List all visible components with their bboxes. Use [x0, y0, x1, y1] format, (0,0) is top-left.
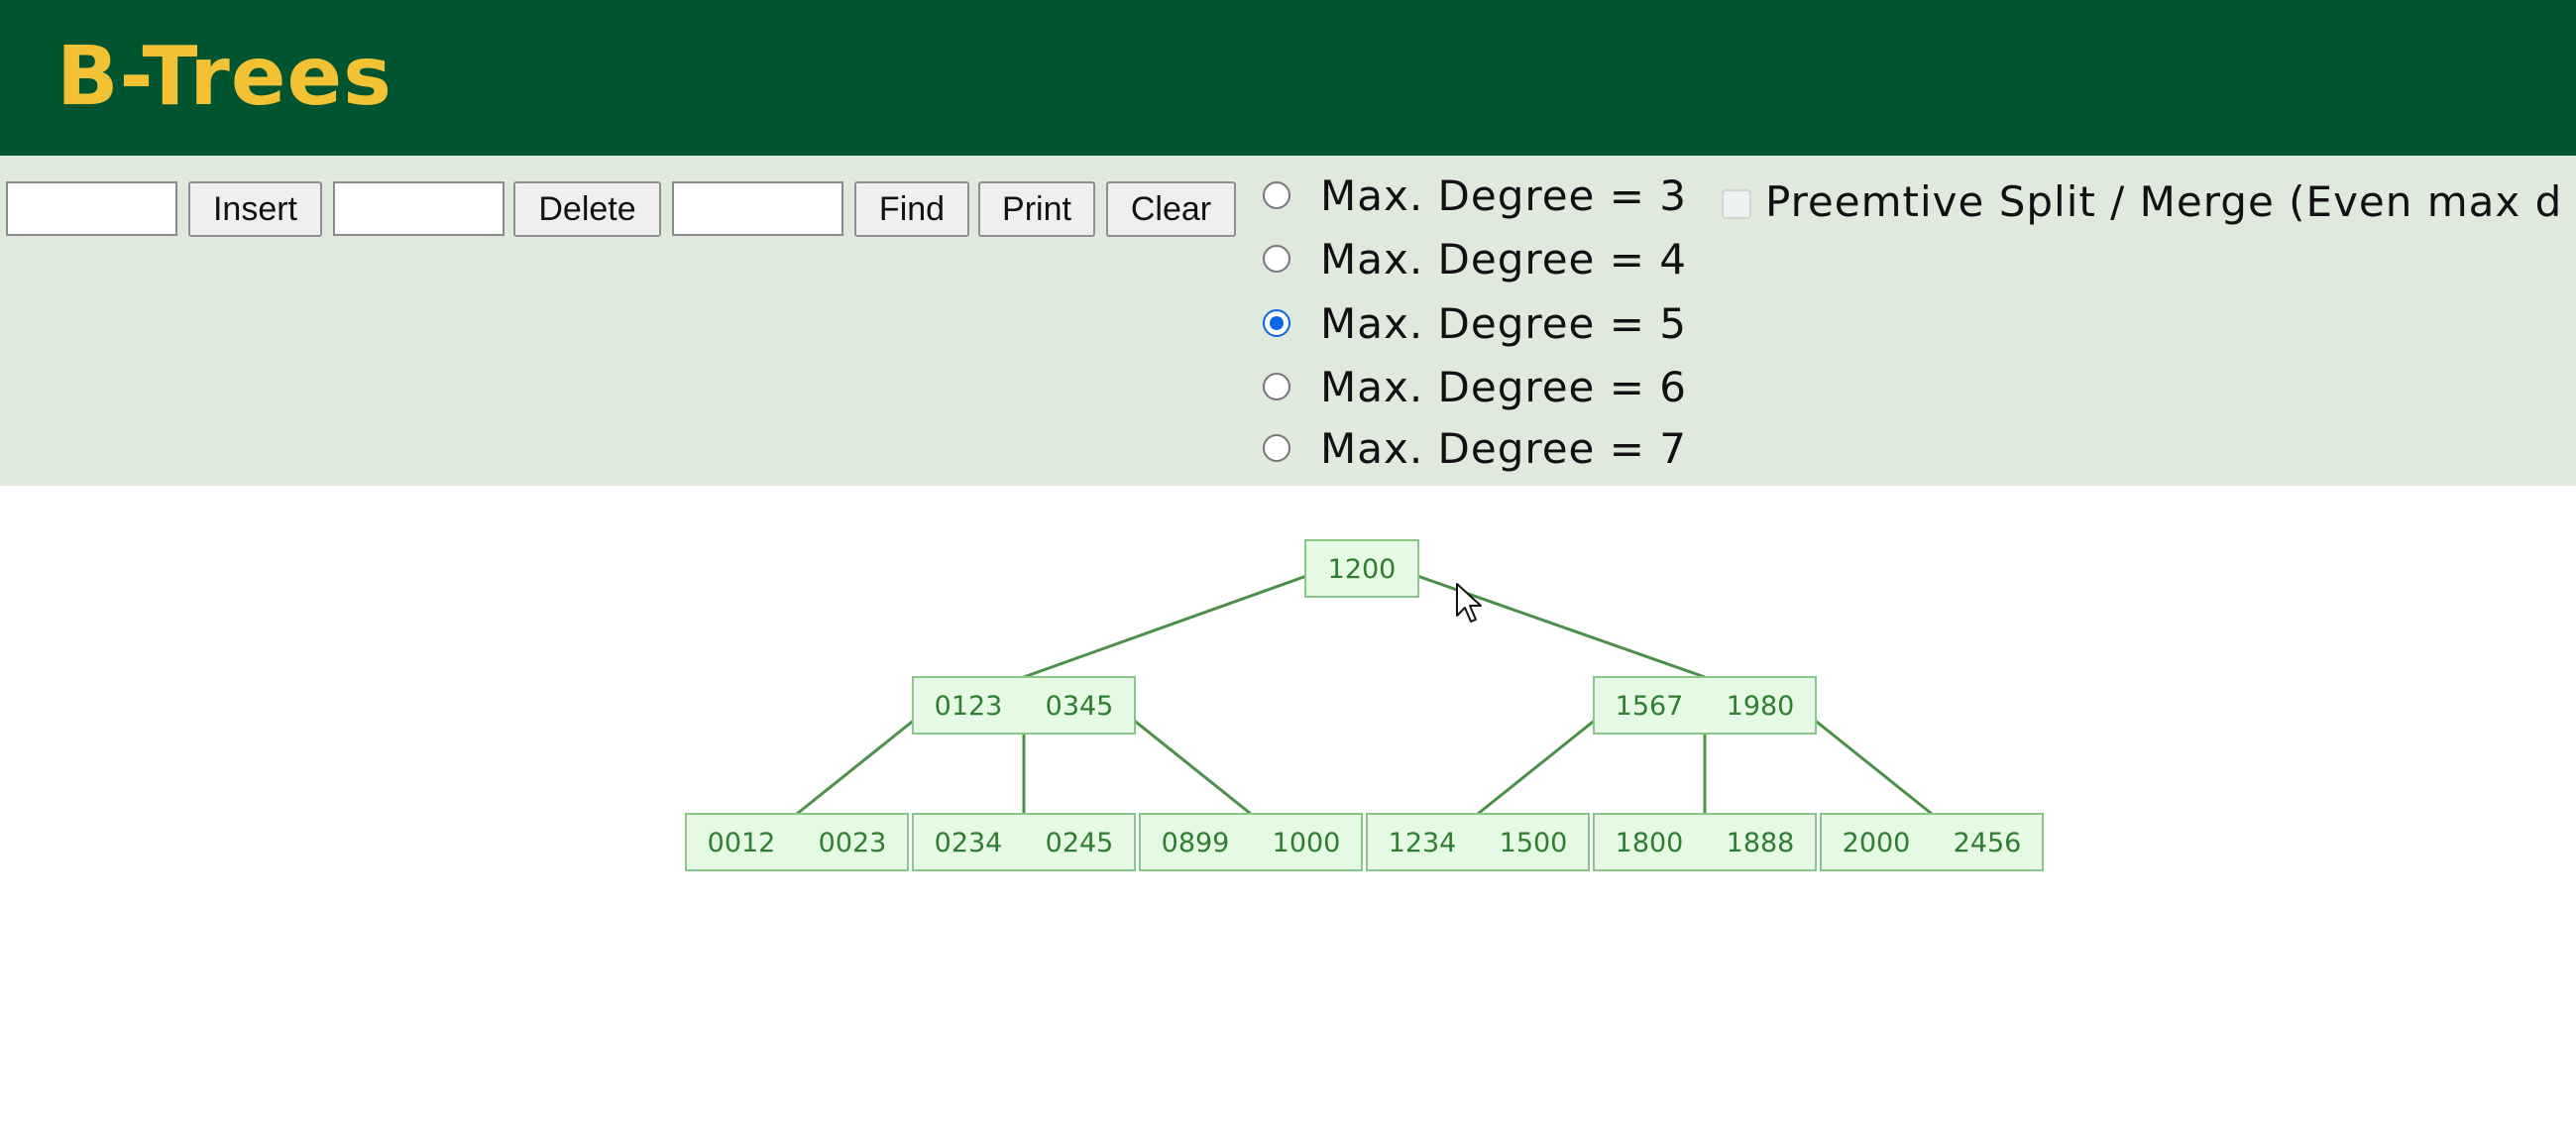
degree-label-7: Max. Degree = 7 [1320, 423, 1688, 473]
degree-option-7[interactable]: Max. Degree = 7 [1263, 418, 1687, 478]
tree-node-key: 2456 [1954, 828, 2022, 858]
btree-canvas: 1200 0123 0345 1567 1980 0012 0023 0234 0245 0899… [685, 539, 2044, 871]
tree-node: 0899 1000 [1139, 813, 1363, 871]
degree-option-4[interactable]: Max. Degree = 4 [1263, 229, 1687, 288]
tree-node: 1200 [1304, 539, 1419, 598]
tree-node: 0012 0023 [685, 813, 909, 871]
tree-edge [1400, 568, 1706, 679]
degree-option-6[interactable]: Max. Degree = 6 [1263, 357, 1687, 416]
tree-edge [796, 705, 932, 816]
find-input[interactable] [672, 181, 843, 236]
tree-node: 1234 1500 [1366, 813, 1590, 871]
tree-node: 0123 0345 [912, 676, 1136, 735]
tree-node-key: 1500 [1500, 828, 1568, 858]
tree-node-key: 0123 [935, 691, 1003, 722]
degree-radio-5[interactable] [1263, 309, 1290, 337]
tree-node-key: 0245 [1046, 828, 1114, 858]
tree-node-key: 1980 [1727, 691, 1795, 722]
tree-edge [1023, 568, 1324, 679]
degree-option-5[interactable]: Max. Degree = 5 [1263, 293, 1687, 353]
tree-edge [1477, 705, 1613, 816]
degree-label-4: Max. Degree = 4 [1320, 234, 1688, 284]
find-button[interactable]: Find [854, 181, 969, 237]
tree-node-key: 0234 [935, 828, 1003, 858]
tree-node-key: 0023 [819, 828, 887, 858]
degree-label-3: Max. Degree = 3 [1320, 171, 1688, 220]
clear-button[interactable]: Clear [1106, 181, 1236, 237]
degree-option-3[interactable]: Max. Degree = 3 [1263, 166, 1687, 225]
tree-node-key: 0345 [1046, 691, 1114, 722]
tree-node-key: 1800 [1616, 828, 1684, 858]
degree-radio-7[interactable] [1263, 434, 1290, 462]
tree-node-key: 1888 [1727, 828, 1795, 858]
tree-node: 1567 1980 [1593, 676, 1817, 735]
insert-button[interactable]: Insert [188, 181, 322, 237]
tree-node-key: 1234 [1389, 828, 1457, 858]
header-bar: B-Trees [0, 0, 2576, 156]
delete-button[interactable]: Delete [513, 181, 661, 237]
degree-label-5: Max. Degree = 5 [1320, 298, 1688, 348]
preemptive-split-checkbox[interactable] [1722, 189, 1751, 219]
tree-edge [1116, 705, 1252, 816]
degree-label-6: Max. Degree = 6 [1320, 362, 1688, 411]
delete-input[interactable] [333, 181, 504, 236]
tree-node-key: 2000 [1843, 828, 1911, 858]
mouse-cursor-icon [1456, 583, 1482, 623]
degree-radio-6[interactable] [1263, 373, 1290, 400]
page-title: B-Trees [56, 30, 392, 124]
tree-node-key: 0899 [1162, 828, 1230, 858]
tree-nodes: 1200 0123 0345 1567 1980 0012 0023 0234 0245 0899… [685, 539, 2044, 871]
insert-input[interactable] [6, 181, 177, 236]
degree-radio-3[interactable] [1263, 181, 1290, 209]
tree-node: 2000 2456 [1820, 813, 2044, 871]
tree-node-key: 1000 [1273, 828, 1341, 858]
tree-node: 1800 1888 [1593, 813, 1817, 871]
degree-radio-4[interactable] [1263, 245, 1290, 273]
tree-node-key: 1567 [1616, 691, 1684, 722]
control-panel: Insert Delete Find Print Clear Max. Degr… [0, 156, 2576, 486]
preemptive-split-label: Preemtive Split / Merge (Even max d [1765, 177, 2563, 226]
tree-edge [1797, 705, 1933, 816]
tree-node-key: 0012 [708, 828, 776, 858]
tree-node: 0234 0245 [912, 813, 1136, 871]
tree-node-key: 1200 [1328, 554, 1397, 585]
print-button[interactable]: Print [978, 181, 1095, 237]
